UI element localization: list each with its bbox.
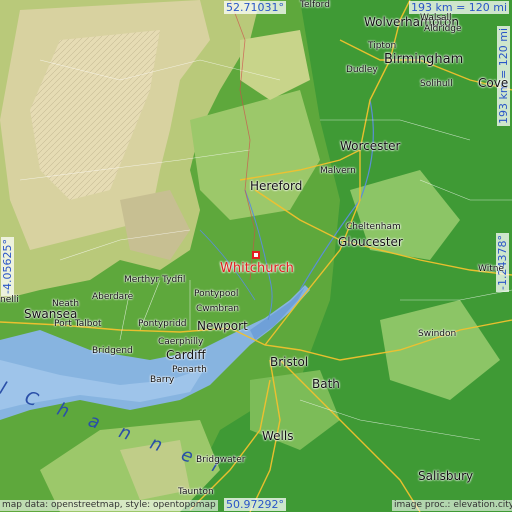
place-hereford: Hereford <box>250 179 303 193</box>
place-cheltenham: Cheltenham <box>346 222 401 232</box>
place-swindon: Swindon <box>418 329 457 339</box>
place-merthyr: Merthyr Tydfil <box>124 275 186 285</box>
place-malvern: Malvern <box>320 166 356 176</box>
place-barry: Barry <box>150 375 175 385</box>
place-gloucester: Gloucester <box>338 235 403 249</box>
place-bath: Bath <box>312 377 340 391</box>
place-pontypool: Pontypool <box>194 289 239 299</box>
place-caerphilly: Caerphilly <box>158 337 204 347</box>
attribution-right: image proc.: elevation.city <box>392 500 512 511</box>
map-canvas[interactable]: l C h a n n e l 52.71031° 50.97292° -4.0… <box>0 0 512 512</box>
place-walsall: Walsall <box>420 13 452 23</box>
place-telford: Telford <box>300 0 330 10</box>
place-witney: Witne <box>478 264 504 274</box>
location-marker[interactable] <box>252 251 260 259</box>
place-penarth: Penarth <box>172 365 207 375</box>
east-coordinate: -1.24378° <box>496 233 509 292</box>
north-coordinate: 52.71031° <box>224 1 286 14</box>
highlight-label: Whitchurch <box>220 261 294 276</box>
place-coventry: Cove <box>478 76 509 90</box>
place-worcester: Worcester <box>340 139 401 153</box>
place-solihull: Solihull <box>420 79 453 89</box>
place-tipton: Tipton <box>368 41 397 51</box>
place-bridgend: Bridgend <box>92 346 133 356</box>
place-pontypridd: Pontypridd <box>138 319 187 329</box>
place-bristol: Bristol <box>270 355 309 369</box>
place-aberdare: Aberdare <box>92 292 134 302</box>
place-llanelli: nelli <box>0 295 19 305</box>
place-birmingham: Birmingham <box>384 52 464 67</box>
place-bridgwater: Bridgwater <box>196 455 246 465</box>
place-newport: Newport <box>197 319 248 333</box>
place-wells: Wells <box>262 429 294 443</box>
south-coordinate: 50.97292° <box>224 498 286 511</box>
place-aldridge: Aldridge <box>424 24 462 34</box>
place-taunton: Taunton <box>178 487 214 497</box>
place-cwmbran: Cwmbran <box>196 304 240 314</box>
place-dudley: Dudley <box>346 65 378 75</box>
place-salisbury: Salisbury <box>418 469 474 483</box>
attribution-left: map data: openstreetmap, style: opentopo… <box>0 500 218 511</box>
place-cardiff: Cardiff <box>166 348 206 362</box>
west-coordinate: -4.05625° <box>1 237 14 296</box>
place-porttalbot: Port Talbot <box>54 319 102 329</box>
